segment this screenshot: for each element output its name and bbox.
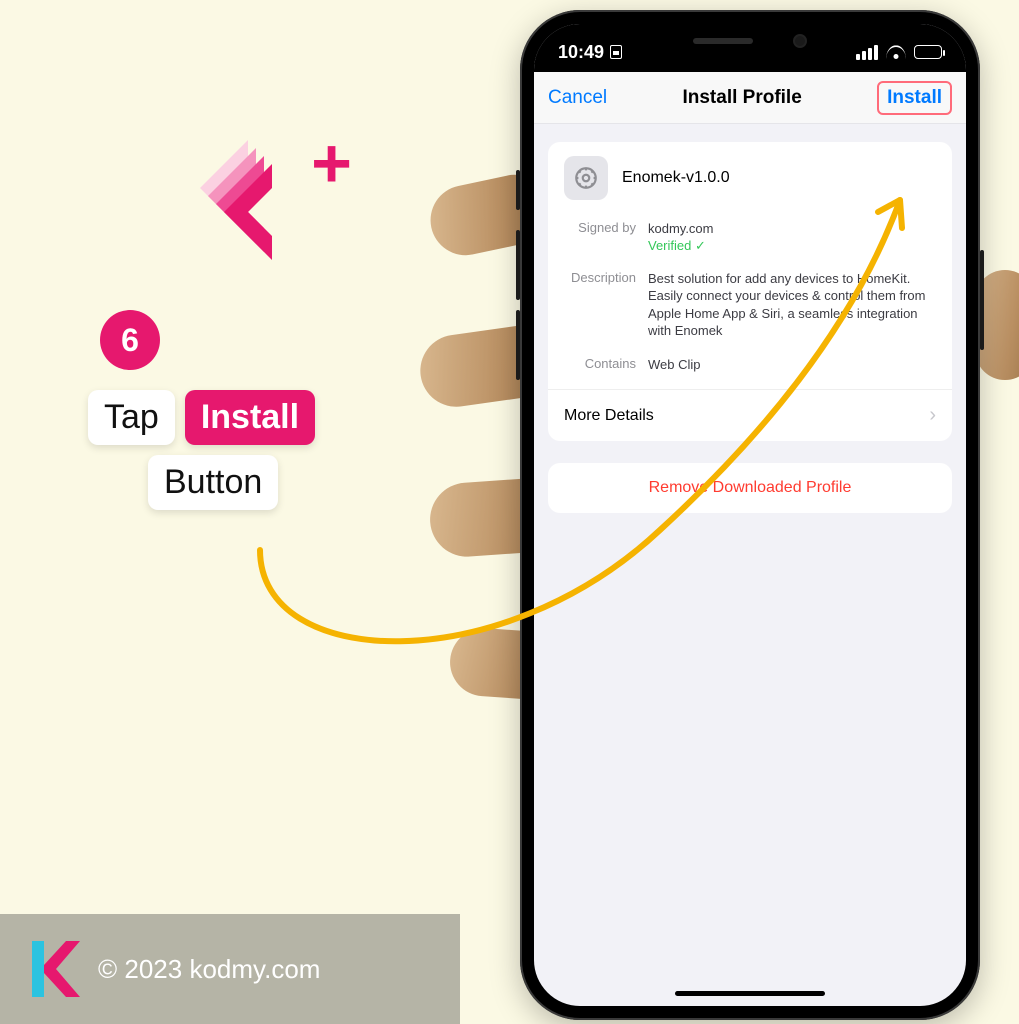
cellular-signal-icon <box>856 45 878 60</box>
instruction-word-tap: Tap <box>88 390 175 445</box>
description-label: Description <box>564 270 636 340</box>
instruction-word-button: Button <box>148 455 278 510</box>
profile-card: Enomek-v1.0.0 Signed by kodmy.com Verifi… <box>548 142 952 441</box>
more-details-row[interactable]: More Details › <box>548 389 952 441</box>
contains-label: Contains <box>564 356 636 374</box>
remove-profile-button[interactable]: Remove Downloaded Profile <box>548 463 952 513</box>
document-icon <box>610 45 622 59</box>
instruction-word-install: Install <box>185 390 315 445</box>
more-details-label: More Details <box>564 407 654 425</box>
signed-by-label: Signed by <box>564 220 636 254</box>
verified-label: Verified <box>648 238 691 253</box>
wifi-icon <box>886 45 906 59</box>
footer-banner: © 2023 kodmy.com <box>0 914 460 1024</box>
signed-by-value: kodmy.com <box>648 220 714 238</box>
phone-notch <box>650 24 850 58</box>
description-value: Best solution for add any devices to Hom… <box>648 270 936 340</box>
profile-gear-icon <box>564 156 608 200</box>
chevron-right-icon: › <box>929 404 936 427</box>
statusbar-time: 10:49 <box>558 42 604 63</box>
cancel-button[interactable]: Cancel <box>548 87 607 109</box>
nav-title: Install Profile <box>682 87 801 109</box>
copyright-text: © 2023 kodmy.com <box>98 954 320 985</box>
kodmy-logo <box>24 939 80 999</box>
brand-logo: + <box>170 110 310 250</box>
checkmark-icon: ✓ <box>695 238 706 253</box>
battery-icon <box>914 45 942 59</box>
phone-screen: 10:49 Cancel Install Profile Install <box>534 24 966 1006</box>
instruction-text: Tap Install Button <box>88 390 368 510</box>
phone-frame: 10:49 Cancel Install Profile Install <box>520 10 980 1020</box>
home-indicator[interactable] <box>675 991 825 996</box>
step-number-badge: 6 <box>100 310 160 370</box>
profile-name: Enomek-v1.0.0 <box>622 169 730 187</box>
plus-icon: + <box>311 128 352 198</box>
contains-value: Web Clip <box>648 356 701 374</box>
install-button[interactable]: Install <box>877 81 952 115</box>
nav-bar: Cancel Install Profile Install <box>534 72 966 124</box>
